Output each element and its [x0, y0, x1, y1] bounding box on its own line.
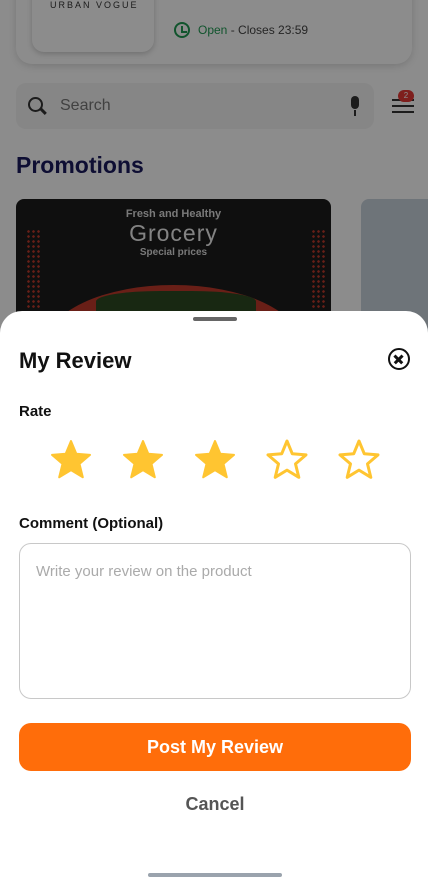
comment-label: Comment (Optional) — [19, 515, 164, 532]
close-icon[interactable] — [388, 348, 410, 370]
home-indicator — [148, 873, 282, 877]
sheet-drag-handle[interactable] — [193, 317, 237, 321]
sheet-title: My Review — [19, 348, 132, 373]
star-filled-icon[interactable] — [119, 437, 167, 485]
post-review-button[interactable]: Post My Review — [19, 723, 411, 771]
cancel-button[interactable]: Cancel — [19, 789, 411, 819]
star-filled-icon[interactable] — [191, 437, 239, 485]
rate-label: Rate — [19, 403, 52, 420]
star-filled-icon[interactable] — [47, 437, 95, 485]
star-empty-icon[interactable] — [335, 437, 383, 485]
comment-input[interactable] — [19, 543, 411, 699]
star-rating[interactable] — [47, 437, 387, 485]
review-bottom-sheet: My Review Rate Comment (Optional) Post M… — [0, 311, 428, 886]
star-empty-icon[interactable] — [263, 437, 311, 485]
